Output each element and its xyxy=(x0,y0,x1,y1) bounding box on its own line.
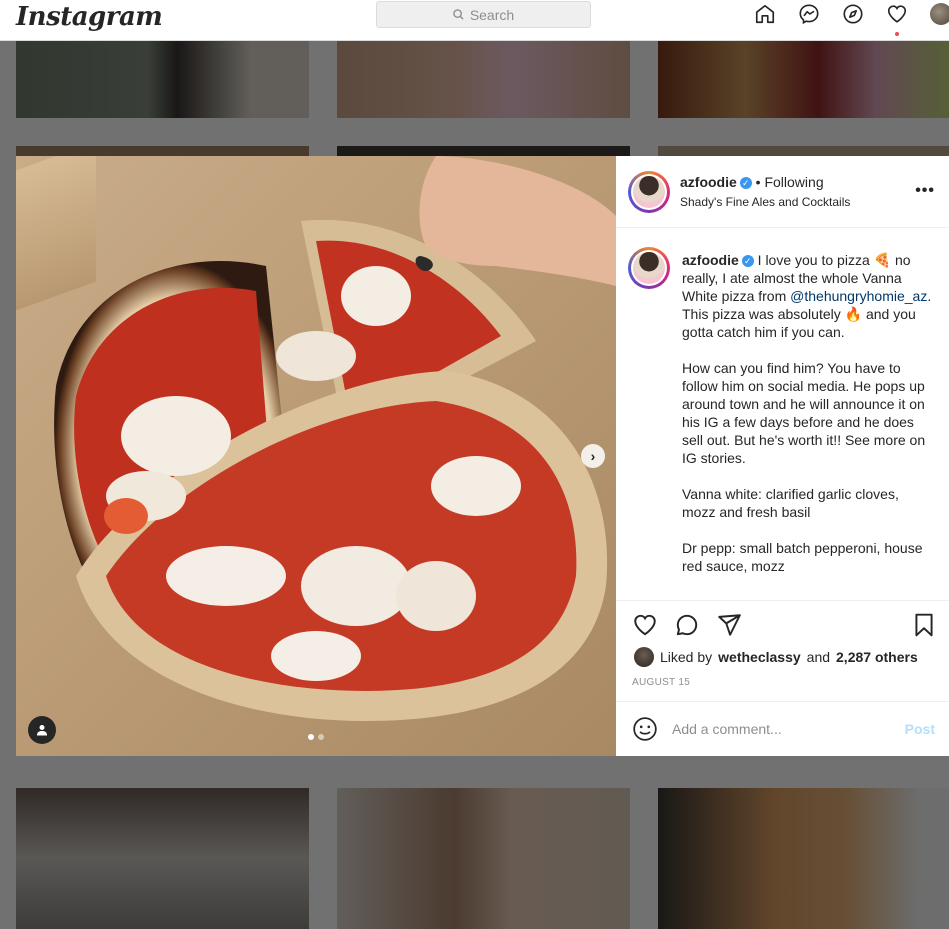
comment-input[interactable]: Add a comment... xyxy=(672,721,905,737)
post-modal: › azfoodie ✓ • Following Shady's Fine Ale… xyxy=(16,156,949,756)
caption-text: azfoodie ✓ I love you to pizza 🍕 no reall… xyxy=(682,251,934,593)
bookmark-icon xyxy=(915,613,933,637)
caption-mention-link[interactable]: @thehungryhomie_az xyxy=(790,288,927,304)
likes-summary: Liked by wetheclassy and 2,287 others xyxy=(634,647,918,667)
following-status[interactable]: • Following xyxy=(756,174,824,190)
comment-bar: Add a comment... Post xyxy=(616,701,949,756)
search-placeholder: Search xyxy=(469,6,515,23)
caption-paragraph: How can you find him? You have to follow… xyxy=(682,360,926,466)
caption-paragraph: Dr pepp: small batch pepperoni, house re… xyxy=(682,540,923,574)
verified-icon: ✓ xyxy=(739,177,752,190)
instagram-logo[interactable]: Instagram xyxy=(16,2,163,32)
messenger-icon[interactable] xyxy=(798,3,820,25)
search-icon xyxy=(453,9,464,20)
post-location[interactable]: Shady's Fine Ales and Cocktails xyxy=(680,195,850,209)
share-icon[interactable] xyxy=(716,612,742,638)
liked-others-link[interactable]: 2,287 others xyxy=(836,649,918,665)
caption-area: azfoodie ✓ I love you to pizza 🍕 no reall… xyxy=(616,229,949,601)
liked-prefix: Liked by xyxy=(660,649,713,665)
heart-icon[interactable] xyxy=(886,3,908,36)
save-button[interactable] xyxy=(911,612,937,641)
caption-intro: azfoodie ✓ I love you to pizza 🍕 no reall… xyxy=(682,251,934,341)
profile-avatar[interactable] xyxy=(930,3,949,25)
explore-icon[interactable] xyxy=(842,3,864,25)
like-icon[interactable] xyxy=(632,612,658,638)
liked-and: and xyxy=(806,649,831,665)
carousel-dot-active xyxy=(308,734,314,740)
liker-avatar[interactable] xyxy=(634,647,654,667)
carousel-indicator xyxy=(308,734,324,740)
nav-icons xyxy=(754,3,949,36)
user-tag-icon xyxy=(37,725,47,736)
post-media[interactable]: › xyxy=(16,156,616,756)
caption-author-avatar[interactable] xyxy=(628,247,670,289)
post-comment-button[interactable]: Post xyxy=(905,721,935,737)
chevron-right-icon: › xyxy=(590,448,596,464)
post-panel: azfoodie ✓ • Following Shady's Fine Ales … xyxy=(616,156,949,756)
caption-paragraph: Vanna white: clarified garlic cloves, mo… xyxy=(682,486,899,520)
notification-dot xyxy=(895,32,899,36)
post-date[interactable]: AUGUST 15 xyxy=(632,677,690,688)
pizza-image xyxy=(54,156,616,721)
author-username[interactable]: azfoodie xyxy=(680,174,737,190)
caption-username[interactable]: azfoodie xyxy=(682,252,739,268)
liked-user-link[interactable]: wetheclassy xyxy=(718,649,801,665)
tagged-users-button[interactable] xyxy=(28,716,56,744)
comment-icon[interactable] xyxy=(674,612,700,638)
top-nav: Instagram Search xyxy=(0,0,949,41)
carousel-next-button[interactable]: › xyxy=(581,444,605,468)
search-input[interactable]: Search xyxy=(376,1,591,28)
home-icon[interactable] xyxy=(754,3,776,25)
post-header: azfoodie ✓ • Following Shady's Fine Ales … xyxy=(616,156,949,228)
carousel-dot xyxy=(318,734,324,740)
verified-icon: ✓ xyxy=(741,255,754,268)
post-header-info: azfoodie ✓ • Following xyxy=(680,174,824,190)
emoji-icon[interactable] xyxy=(632,716,658,742)
author-avatar[interactable] xyxy=(628,171,670,213)
more-options-button[interactable]: ••• xyxy=(915,182,935,200)
post-actions xyxy=(632,612,742,638)
